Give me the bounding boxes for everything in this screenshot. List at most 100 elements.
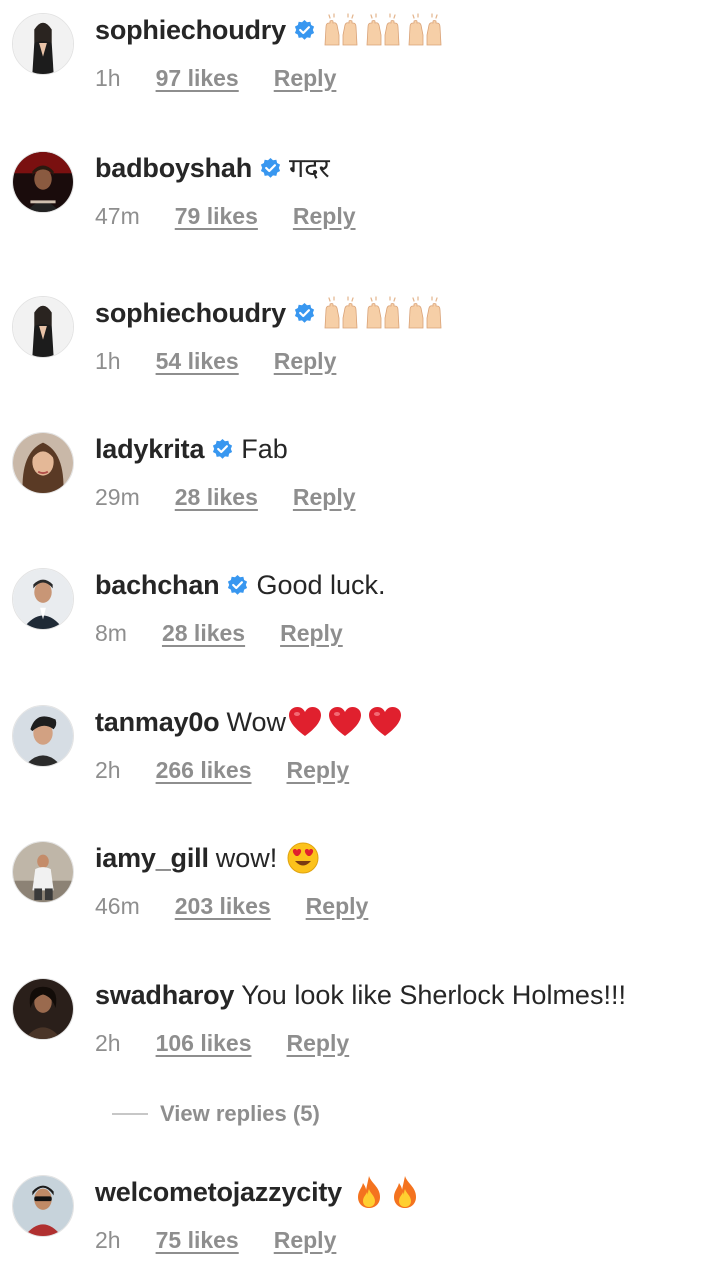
reply-button[interactable]: Reply — [274, 1227, 337, 1254]
comment-item: bachchan Good luck. 8m 28 likes Reply — [0, 568, 725, 668]
comment-meta: 29m 28 likes Reply — [95, 482, 356, 512]
reply-button[interactable]: Reply — [306, 893, 369, 920]
comment-item: badboyshah गदर 47m 79 likes Reply — [0, 151, 725, 251]
likes-link[interactable]: 28 likes — [175, 484, 258, 511]
comment-meta: 47m 79 likes Reply — [95, 201, 356, 231]
raised-hands-icon — [365, 13, 401, 47]
raised-hands-icon — [407, 296, 443, 330]
likes-link[interactable]: 203 likes — [175, 893, 271, 920]
avatar[interactable] — [12, 568, 74, 630]
verified-badge-icon — [259, 157, 282, 180]
likes-link[interactable]: 97 likes — [156, 65, 239, 92]
comment-text: Wow — [226, 707, 286, 737]
comment-meta: 2h 266 likes Reply — [95, 755, 349, 785]
reply-button[interactable]: Reply — [287, 1030, 350, 1057]
comment-item: swadharoy You look like Sherlock Holmes!… — [0, 978, 725, 1078]
comment-header: tanmay0o Wow — [95, 705, 402, 739]
comment-text: You look like Sherlock Holmes!!! — [241, 980, 626, 1010]
comment-time: 29m — [95, 483, 140, 510]
emoji-group — [288, 706, 402, 738]
comment-item: sophiechoudry 1h 97 likes Reply — [0, 13, 725, 113]
comment-item: sophiechoudry 1h 54 likes Reply — [0, 296, 725, 396]
comment-time: 2h — [95, 1226, 121, 1253]
comment-time: 2h — [95, 1029, 121, 1056]
comment-item: ladykrita Fab 29m 28 likes Reply — [0, 432, 725, 532]
username[interactable]: tanmay0o — [95, 705, 220, 739]
username[interactable]: swadharoy — [95, 978, 234, 1012]
view-replies-button[interactable]: View replies (5) — [112, 1098, 320, 1130]
comment-time: 1h — [95, 64, 121, 91]
comment-time: 2h — [95, 756, 121, 783]
username[interactable]: sophiechoudry — [95, 296, 286, 330]
comment-header: sophiechoudry — [95, 296, 443, 330]
reply-button[interactable]: Reply — [287, 757, 350, 784]
reply-button[interactable]: Reply — [293, 484, 356, 511]
comment-text: wow! — [215, 843, 278, 873]
likes-link[interactable]: 79 likes — [175, 203, 258, 230]
reply-button[interactable]: Reply — [280, 620, 343, 647]
comment-header: ladykrita Fab — [95, 432, 288, 466]
comment-header: welcometojazzycity — [95, 1175, 420, 1209]
likes-link[interactable]: 266 likes — [156, 757, 252, 784]
comment-meta: 2h 106 likes Reply — [95, 1028, 349, 1058]
red-heart-icon — [288, 706, 322, 738]
verified-badge-icon — [211, 438, 234, 461]
raised-hands-icon — [323, 13, 359, 47]
comment-meta: 1h 54 likes Reply — [95, 346, 336, 376]
avatar[interactable] — [12, 151, 74, 213]
verified-badge-icon — [226, 574, 249, 597]
comment-item: tanmay0o Wow 2h 266 likes Reply — [0, 705, 725, 805]
reply-button[interactable]: Reply — [293, 203, 356, 230]
comment-item: iamy_gill wow! 46m 203 likes Reply — [0, 841, 725, 941]
comment-item: welcometojazzycity 2h 75 likes Reply — [0, 1175, 725, 1275]
emoji-group — [323, 13, 443, 47]
username[interactable]: bachchan — [95, 568, 220, 602]
avatar[interactable] — [12, 13, 74, 75]
avatar[interactable] — [12, 705, 74, 767]
heart-eyes-icon — [287, 842, 319, 874]
avatar[interactable] — [12, 978, 74, 1040]
fire-icon — [354, 1175, 384, 1209]
username[interactable]: sophiechoudry — [95, 13, 286, 47]
verified-badge-icon — [293, 302, 316, 325]
avatar[interactable] — [12, 432, 74, 494]
comment-meta: 8m 28 likes Reply — [95, 618, 343, 648]
username[interactable]: iamy_gill — [95, 841, 209, 875]
fire-icon — [390, 1175, 420, 1209]
comment-text: Good luck. — [256, 570, 386, 600]
likes-link[interactable]: 106 likes — [156, 1030, 252, 1057]
likes-link[interactable]: 75 likes — [156, 1227, 239, 1254]
username[interactable]: welcometojazzycity — [95, 1175, 342, 1209]
likes-link[interactable]: 28 likes — [162, 620, 245, 647]
comment-header: sophiechoudry — [95, 13, 443, 47]
username[interactable]: ladykrita — [95, 432, 204, 466]
red-heart-icon — [368, 706, 402, 738]
avatar[interactable] — [12, 296, 74, 358]
comment-header: swadharoy You look like Sherlock Holmes!… — [95, 978, 626, 1012]
emoji-group — [287, 842, 319, 874]
avatar[interactable] — [12, 841, 74, 903]
comment-header: bachchan Good luck. — [95, 568, 386, 602]
reply-button[interactable]: Reply — [274, 65, 337, 92]
comment-text: Fab — [241, 434, 288, 464]
username[interactable]: badboyshah — [95, 151, 252, 185]
emoji-group — [354, 1175, 420, 1209]
comment-meta: 46m 203 likes Reply — [95, 891, 368, 921]
raised-hands-icon — [365, 296, 401, 330]
comment-time: 46m — [95, 892, 140, 919]
comment-time: 47m — [95, 202, 140, 229]
comment-time: 1h — [95, 347, 121, 374]
comment-meta: 2h 75 likes Reply — [95, 1225, 336, 1255]
comment-header: badboyshah गदर — [95, 151, 330, 185]
raised-hands-icon — [407, 13, 443, 47]
reply-button[interactable]: Reply — [274, 348, 337, 375]
likes-link[interactable]: 54 likes — [156, 348, 239, 375]
divider — [112, 1113, 148, 1115]
comment-meta: 1h 97 likes Reply — [95, 63, 336, 93]
verified-badge-icon — [293, 19, 316, 42]
raised-hands-icon — [323, 296, 359, 330]
avatar[interactable] — [12, 1175, 74, 1237]
comment-text: गदर — [289, 153, 330, 183]
emoji-group — [323, 296, 443, 330]
view-replies-label: View replies (5) — [160, 1101, 320, 1126]
